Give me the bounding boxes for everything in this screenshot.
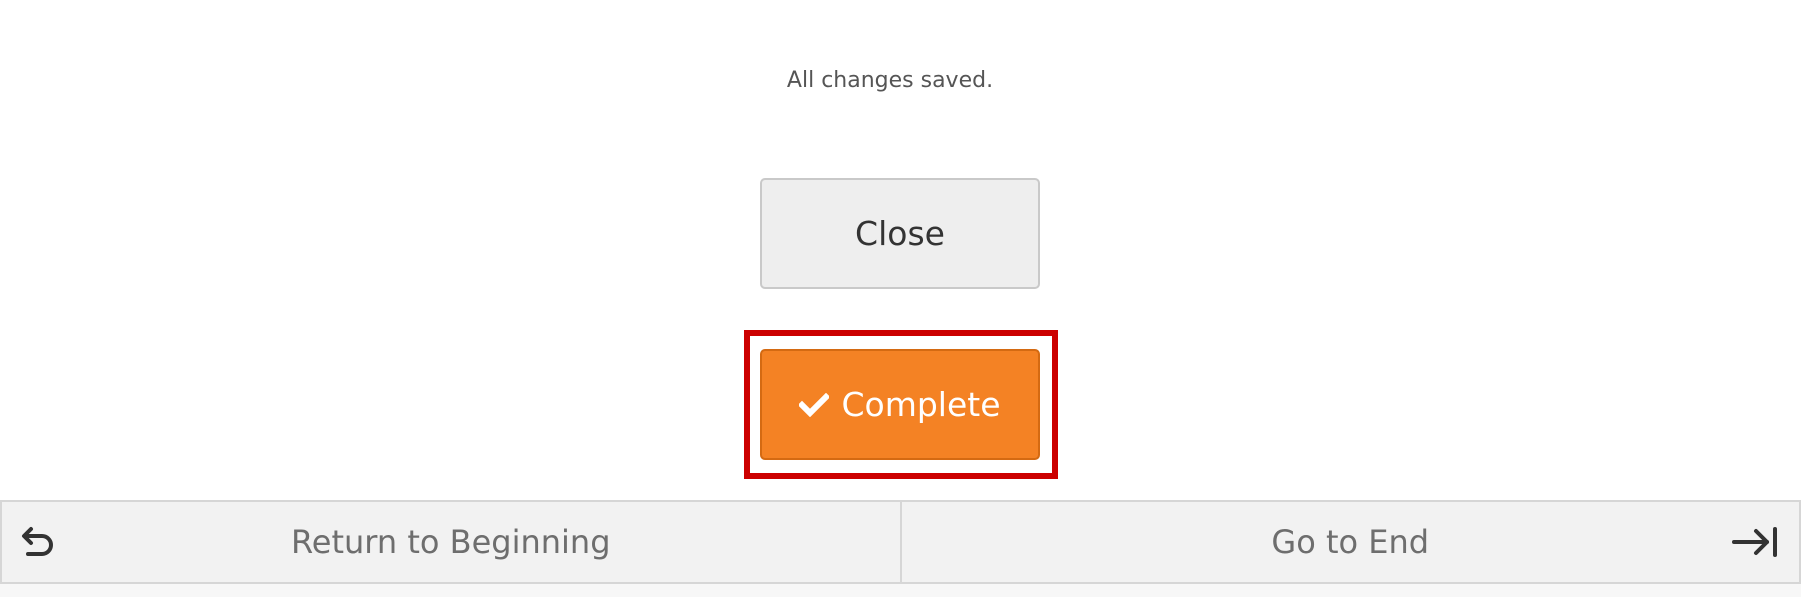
return-to-beginning-button[interactable]: Return to Beginning [0,502,902,582]
checkmark-icon [799,392,830,417]
save-status-text: All changes saved. [786,68,994,93]
complete-button-label: Complete [841,385,1001,424]
bottom-strip [0,584,1801,597]
close-button[interactable]: Close [760,178,1040,289]
go-to-end-label: Go to End [1271,523,1430,561]
complete-button[interactable]: Complete [760,349,1040,460]
page: All changes saved. Close Complete Return… [0,0,1801,597]
footer-nav: Return to Beginning Go to End [0,500,1801,584]
go-to-end-button[interactable]: Go to End [902,502,1801,582]
undo-arrow-icon [20,525,56,559]
close-button-label: Close [855,214,945,253]
return-to-beginning-label: Return to Beginning [290,523,611,561]
arrow-to-end-icon [1731,526,1779,558]
